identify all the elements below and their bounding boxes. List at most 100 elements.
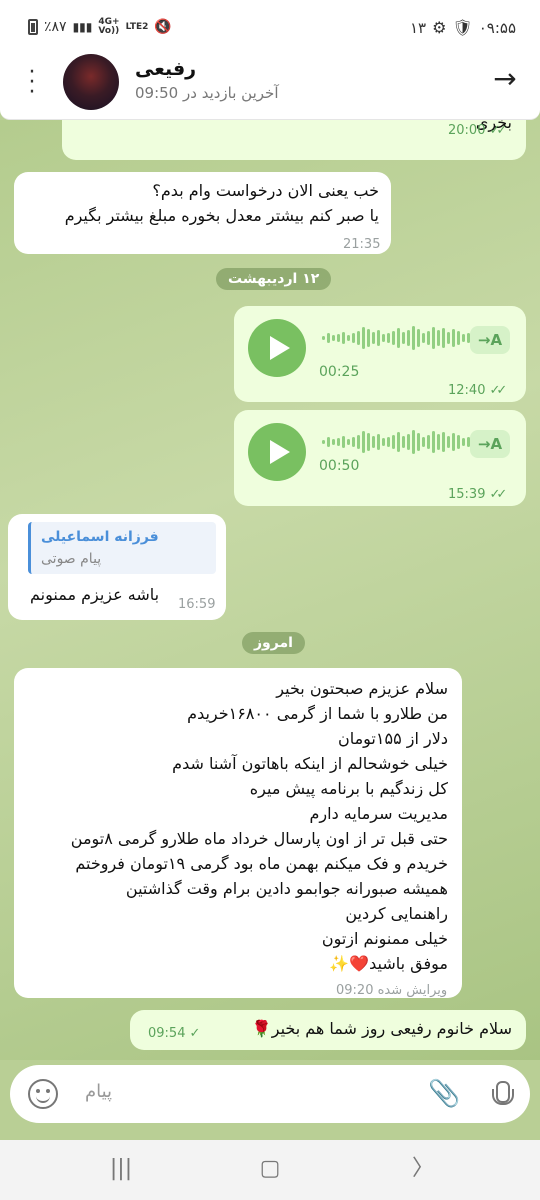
waveform-bar <box>337 438 340 446</box>
mute-icon: 🔇 <box>154 19 172 35</box>
waveform-bar <box>342 332 345 344</box>
message-text: باشه عزیزم ممنونم <box>30 585 160 604</box>
reply-text: پیام صوتی <box>41 551 102 567</box>
network-volte: Vo)) <box>98 26 120 36</box>
waveform-bar <box>352 437 355 447</box>
message-input-bar[interactable]: پیام 📎 <box>10 1065 530 1123</box>
waveform-bar <box>367 329 370 347</box>
message-time: 15:39 <box>448 487 486 502</box>
waveform-bar <box>457 435 460 449</box>
waveform-bar <box>442 328 445 348</box>
waveform-bar <box>447 436 450 448</box>
message-line: همیشه صبورانه جوابمو دادین برام وقت گذاش… <box>125 879 448 898</box>
waveform-bar <box>412 326 415 350</box>
waveform-bar <box>362 327 365 349</box>
voice-waveform[interactable] <box>322 430 480 454</box>
waveform-bar <box>347 439 350 445</box>
waveform-bar <box>397 432 400 452</box>
chat-header: · · · رفیعی آخرین بازدید در 09:50 → <box>0 46 540 120</box>
waveform-bar <box>462 438 465 446</box>
message-line: خیلی خوشحالم از اینکه باهاتون آشنا شدم <box>172 754 448 773</box>
battery-level: ٪۸۷ <box>44 19 67 35</box>
message-time: 21:35 <box>343 237 381 252</box>
message-bubble-incoming[interactable]: فرزانه اسماعیلی پیام صوتی باشه عزیزم ممن… <box>8 514 226 620</box>
message-text: سلام عزیزم صبحتون بخیر من طلارو با شما از… <box>71 676 448 976</box>
message-bubble-outgoing[interactable]: سلام خانوم رفیعی روز شما هم بخیر🌹 09:54 ✓ <box>130 1010 526 1050</box>
waveform-bar <box>427 435 430 449</box>
play-icon[interactable] <box>248 319 306 377</box>
back-arrow-icon[interactable]: → <box>490 64 520 94</box>
waveform-bar <box>432 431 435 453</box>
voice-message-bubble[interactable]: →A 00:25 12:40 ✓✓ <box>234 306 526 402</box>
home-icon[interactable]: ▢ <box>255 1156 285 1182</box>
message-bubble-outgoing[interactable]: بخری 20:00 ✓✓ <box>62 120 526 160</box>
waveform-bar <box>332 439 335 445</box>
waveform-bar <box>422 437 425 447</box>
waveform-bar <box>342 436 345 448</box>
message-bubble-incoming[interactable]: خب یعنی الان درخواست وام بدم؟ یا صبر کنم… <box>14 172 391 254</box>
message-meta: 12:40 ✓✓ <box>448 378 507 403</box>
message-line: یا صبر کنم بیشتر معدل بخوره مبلغ بیشتر ب… <box>64 206 379 225</box>
voice-duration: 00:25 <box>319 364 360 380</box>
message-line: کل زندگیم با برنامه پیش میره <box>249 779 448 798</box>
back-icon[interactable]: 〉 <box>408 1156 438 1182</box>
waveform-bar <box>457 331 460 345</box>
reply-author: فرزانه اسماعیلی <box>41 529 159 545</box>
message-line: خب یعنی الان درخواست وام بدم؟ <box>152 181 379 200</box>
status-left: ٪۸۷ ▮▮▮ 4G+ Vo)) LTE2 🔇 <box>28 18 172 36</box>
message-line: راهنمایی کردین <box>345 904 448 923</box>
message-text: سلام خانوم رفیعی روز شما هم بخیر🌹 <box>251 1019 512 1038</box>
read-checks-icon: ✓✓ <box>489 487 507 502</box>
contact-name[interactable]: رفیعی <box>135 58 255 80</box>
waveform-bar <box>382 438 385 446</box>
date-separator: ۱۲ اردیبهشت <box>216 268 332 290</box>
waveform-bar <box>417 433 420 451</box>
waveform-bar <box>327 333 330 343</box>
more-options-icon[interactable]: · · · <box>22 62 42 104</box>
message-meta: 15:39 ✓✓ <box>448 482 507 507</box>
waveform-bar <box>322 440 325 444</box>
message-meta: 20:00 ✓✓ <box>448 120 507 143</box>
system-nav-bar: ||| ▢ 〉 <box>0 1140 540 1200</box>
reply-preview[interactable]: فرزانه اسماعیلی پیام صوتی <box>28 522 216 574</box>
voice-message-bubble[interactable]: →A 00:50 15:39 ✓✓ <box>234 410 526 506</box>
waveform-bar <box>372 332 375 344</box>
waveform-bar <box>327 437 330 447</box>
voice-waveform[interactable] <box>322 326 480 350</box>
waveform-bar <box>437 330 440 346</box>
message-bubble-incoming[interactable]: سلام عزیزم صبحتون بخیر من طلارو با شما از… <box>14 668 462 998</box>
attach-icon[interactable]: 📎 <box>428 1079 460 1109</box>
waveform-bar <box>357 435 360 449</box>
waveform-bar <box>427 331 430 345</box>
message-line: خریدم و فک میکنم بهمن ماه بود گرمی ۱۹توم… <box>75 854 448 873</box>
waveform-bar <box>402 332 405 344</box>
chat-area[interactable]: بخری 20:00 ✓✓ خب یعنی الان درخواست وام بد… <box>0 120 540 1060</box>
message-line: موفق باشید❤️✨ <box>329 954 448 973</box>
waveform-bar <box>437 434 440 450</box>
transcribe-button[interactable]: →A <box>470 326 510 354</box>
waveform-bar <box>422 333 425 343</box>
waveform-bar <box>392 331 395 345</box>
avatar[interactable] <box>63 54 119 110</box>
message-input[interactable]: پیام <box>85 1081 112 1102</box>
message-line: دلار از ۱۵۵تومان <box>337 729 448 748</box>
emoji-icon[interactable] <box>28 1079 58 1109</box>
waveform-bar <box>462 334 465 342</box>
edited-time: ویرایش شده 09:20 <box>336 983 448 998</box>
waveform-bar <box>322 336 325 340</box>
waveform-bar <box>357 331 360 345</box>
recent-apps-icon[interactable]: ||| <box>106 1156 136 1182</box>
clock-time: ۰۹:۵۵ <box>478 18 516 37</box>
waveform-bar <box>377 330 380 346</box>
waveform-bar <box>392 435 395 449</box>
waveform-bar <box>372 436 375 448</box>
message-line: مدیریت سرمایه دارم <box>309 804 449 823</box>
message-line: من طلارو با شما از گرمی ۱۶۸۰۰خریدم <box>187 704 448 723</box>
notification-count: ۱۳ <box>409 18 427 37</box>
waveform-bar <box>332 335 335 341</box>
shield-icon: 🛡 <box>452 18 473 37</box>
play-icon[interactable] <box>248 423 306 481</box>
status-right: ۱۳ ⚙ 🛡 ۰۹:۵۵ <box>410 18 516 37</box>
transcribe-button[interactable]: →A <box>470 430 510 458</box>
microphone-icon[interactable] <box>488 1079 514 1111</box>
